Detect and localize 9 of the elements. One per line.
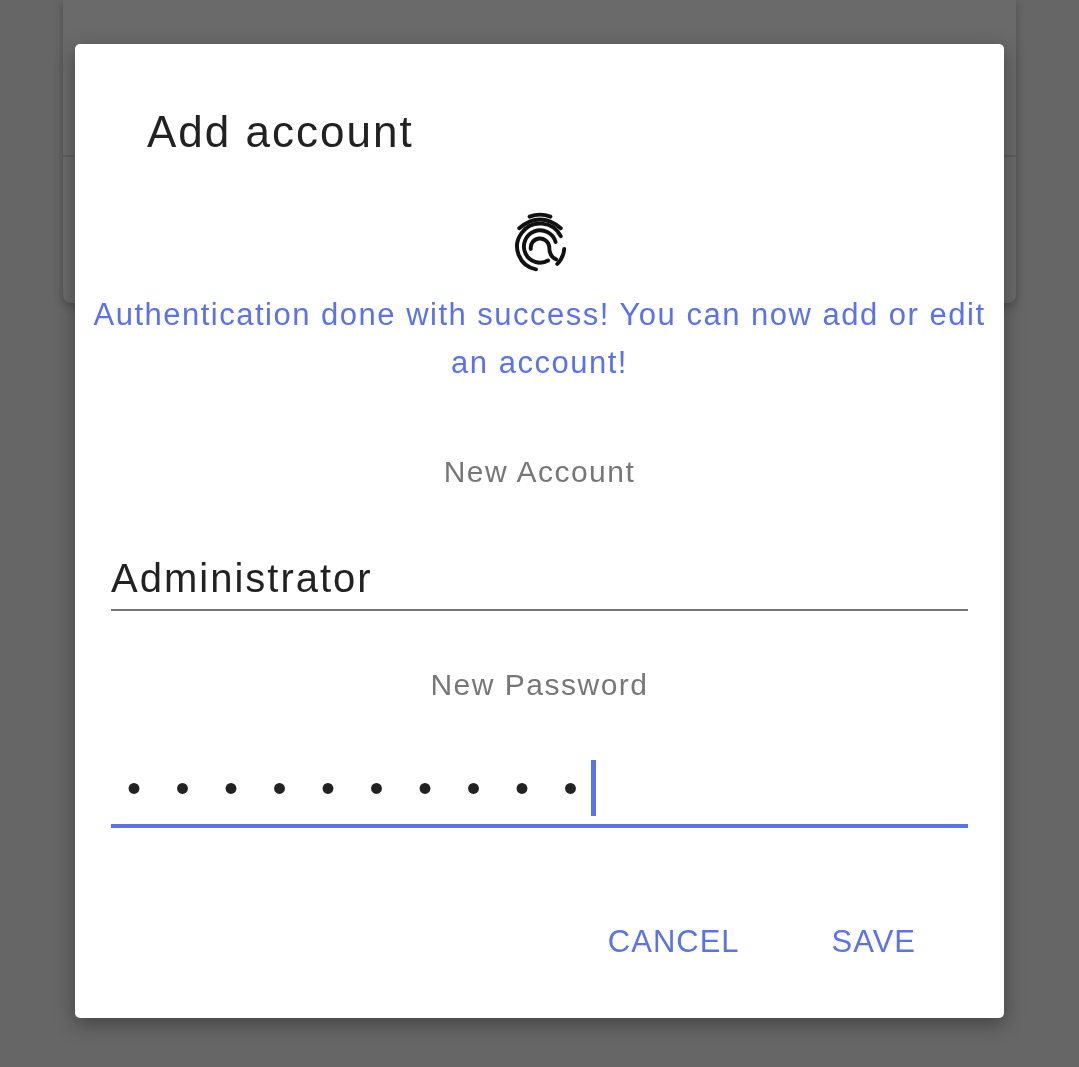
text-cursor bbox=[591, 760, 597, 816]
success-message: Authentication done with success! You can now add or edit an account! bbox=[92, 296, 987, 382]
input-field[interactable]: •••••••••• bbox=[111, 760, 968, 828]
cancel-button[interactable]: CANCEL bbox=[591, 914, 756, 970]
field-label: New Account bbox=[443, 455, 636, 489]
dialog-title: Add account bbox=[147, 106, 414, 158]
input-field[interactable]: Administrator bbox=[111, 555, 968, 611]
save-button[interactable]: SAVE bbox=[815, 914, 932, 970]
field-label: New Password bbox=[430, 668, 649, 702]
